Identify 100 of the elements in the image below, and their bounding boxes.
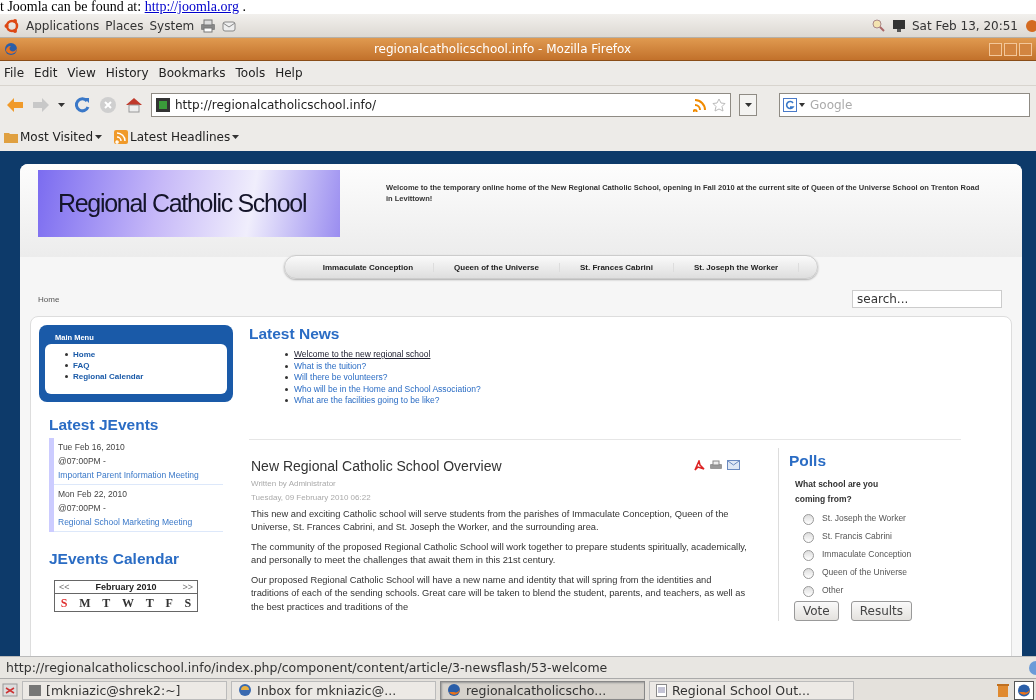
terminal-icon: [29, 684, 41, 696]
poll-question: What school are you coming from?: [795, 477, 880, 506]
radio-button[interactable]: [803, 585, 814, 597]
document-text: t Joomla can be found at: http://joomla.org .: [0, 0, 246, 14]
menu-link[interactable]: Regional Calendar: [73, 371, 144, 382]
weekday-label: M: [79, 596, 91, 611]
status-text: http://regionalcatholicschool.info/index.php/component/content/article/3-newsflash/53-welcome: [6, 660, 609, 675]
menu-item[interactable]: Bookmarks: [158, 66, 226, 80]
taskbar-button[interactable]: regionalcatholicscho...: [440, 680, 645, 700]
logo-icon[interactable]: [4, 17, 20, 34]
home-icon[interactable]: [125, 95, 143, 114]
menu-item[interactable]: Tools: [235, 66, 266, 80]
envelope-icon[interactable]: [222, 18, 237, 33]
radio-button[interactable]: [803, 513, 814, 525]
menu-item[interactable]: Help: [275, 66, 303, 80]
panel-menu[interactable]: System: [149, 18, 195, 33]
stop-icon[interactable]: [99, 95, 117, 114]
firefox-icon[interactable]: [1014, 680, 1034, 700]
section-heading: Latest News: [249, 325, 341, 343]
date-text: Tuesday, 09 February 2010 06:22: [251, 492, 372, 502]
show-desktop-icon[interactable]: [2, 682, 18, 698]
weekday-label: T: [102, 596, 111, 611]
option-label: St. Francis Cabrini: [822, 529, 892, 543]
firefox-icon: [4, 42, 18, 56]
link[interactable]: http://joomla.org: [144, 0, 239, 14]
close-button[interactable]: [1019, 42, 1032, 56]
taskbar-button[interactable]: [mkniazic@shrek2:~]: [22, 680, 227, 700]
news-link[interactable]: Welcome to the new regional school: [294, 349, 431, 361]
rss-icon[interactable]: [693, 97, 707, 112]
option-label: St. Joseph the Worker: [822, 511, 906, 525]
address-bar[interactable]: http://regionalcatholicschool.info/: [151, 92, 731, 117]
radio-button[interactable]: [803, 549, 814, 561]
bookmark-menu[interactable]: Latest Headlines: [114, 130, 240, 144]
taskbar-button[interactable]: Inbox for mkniazic@...: [231, 680, 436, 700]
search-icon[interactable]: [870, 18, 886, 33]
menu-link[interactable]: FAQ: [73, 360, 90, 371]
back-icon[interactable]: [6, 96, 24, 113]
poll-button[interactable]: Vote: [794, 600, 839, 621]
section-heading: Polls: [789, 451, 828, 470]
event-link[interactable]: Regional School Marketing Meeting: [58, 515, 219, 529]
event-time: @07:00PM -: [58, 502, 107, 515]
news-link[interactable]: Will there be volunteers?: [294, 372, 388, 384]
previous-link[interactable]: <<: [59, 582, 70, 592]
printer-icon[interactable]: [200, 18, 217, 33]
menu-item[interactable]: Edit: [34, 66, 58, 80]
search-bar[interactable]: Google: [779, 92, 1030, 117]
news-link[interactable]: What are the facilities going to be like?: [294, 395, 440, 407]
nav-link[interactable]: St. Frances Cabrini: [559, 262, 674, 272]
panel-menu[interactable]: Places: [105, 18, 144, 33]
article-title: New Regional Catholic School Overview: [251, 457, 502, 474]
news-link[interactable]: Who will be in the Home and School Association?: [294, 383, 481, 395]
nav-link[interactable]: St. Joseph the Worker: [673, 262, 800, 272]
event-date: Tue Feb 16, 2010: [58, 441, 126, 454]
menu-item[interactable]: File: [4, 66, 25, 80]
folder-icon: [4, 131, 18, 143]
section-heading: Latest JEvents: [49, 416, 160, 434]
search-field[interactable]: search...: [852, 290, 1002, 308]
menu-link[interactable]: Home: [73, 349, 96, 360]
site-logo[interactable]: Regional Catholic School: [38, 170, 340, 237]
nav-link[interactable]: Queen of the Universe: [434, 262, 560, 272]
radio-button[interactable]: [803, 567, 814, 579]
maximize-button[interactable]: [1004, 42, 1017, 56]
menu-item[interactable]: View: [67, 66, 96, 80]
option-label: Immaculate Conception: [822, 547, 912, 561]
month-label: February 2010: [95, 582, 157, 592]
pdf-icon[interactable]: [694, 460, 705, 471]
paragraph: Our proposed Regional Catholic School will have a new name and identity that will spring from the identities and traditions of each of the sending schools. Great care will be taken to blend the student, parents, and teachers, as well as the best practices and traditions of the: [251, 573, 747, 615]
monitor-icon[interactable]: [891, 18, 906, 33]
poll-button[interactable]: Results: [850, 600, 913, 621]
option-label: Other: [822, 583, 844, 597]
panel-menu[interactable]: Applications: [26, 18, 100, 33]
section-heading: JEvents Calendar: [49, 550, 181, 568]
nav-link[interactable]: Immaculate Conception: [302, 262, 435, 272]
window-title: regionalcatholicschool.info - Mozilla Firefox: [372, 42, 633, 56]
search-engine-icon[interactable]: [783, 97, 807, 112]
reload-icon[interactable]: [73, 95, 91, 114]
clock: Sat Feb 13, 20:51: [911, 18, 1018, 33]
history-dropdown[interactable]: [739, 93, 757, 116]
caret-icon: [58, 102, 65, 107]
site-icon: [156, 97, 170, 112]
caret-icon: [744, 102, 752, 107]
weekday-label: S: [184, 596, 192, 611]
weekday-label: W: [122, 596, 134, 611]
printer-icon[interactable]: [710, 460, 722, 471]
email-icon[interactable]: [727, 460, 740, 470]
mail-icon: [238, 683, 252, 697]
bookmark-menu[interactable]: Most Visited: [4, 130, 103, 144]
paragraph: This new and exciting Catholic school will serve students from the parishes of Immaculate Conception, Queen of the Universe, St. Frances Cabrini, and St. Joseph the Worker, and the surrounding area.: [251, 507, 730, 535]
weekday-label: T: [145, 596, 154, 611]
taskbar-button[interactable]: Regional School Out...: [649, 680, 854, 700]
star-icon[interactable]: [712, 97, 726, 112]
caret-icon: [232, 135, 240, 139]
minimize-button[interactable]: [989, 42, 1002, 56]
radio-button[interactable]: [803, 531, 814, 543]
event-link[interactable]: Important Parent Information Meeting: [58, 468, 219, 482]
next-link[interactable]: >>: [182, 582, 193, 592]
news-link[interactable]: What is the tuition?: [294, 360, 367, 372]
trash-icon[interactable]: [996, 682, 1010, 698]
menu-item[interactable]: History: [105, 66, 149, 80]
breadcrumb[interactable]: Home: [38, 294, 60, 304]
